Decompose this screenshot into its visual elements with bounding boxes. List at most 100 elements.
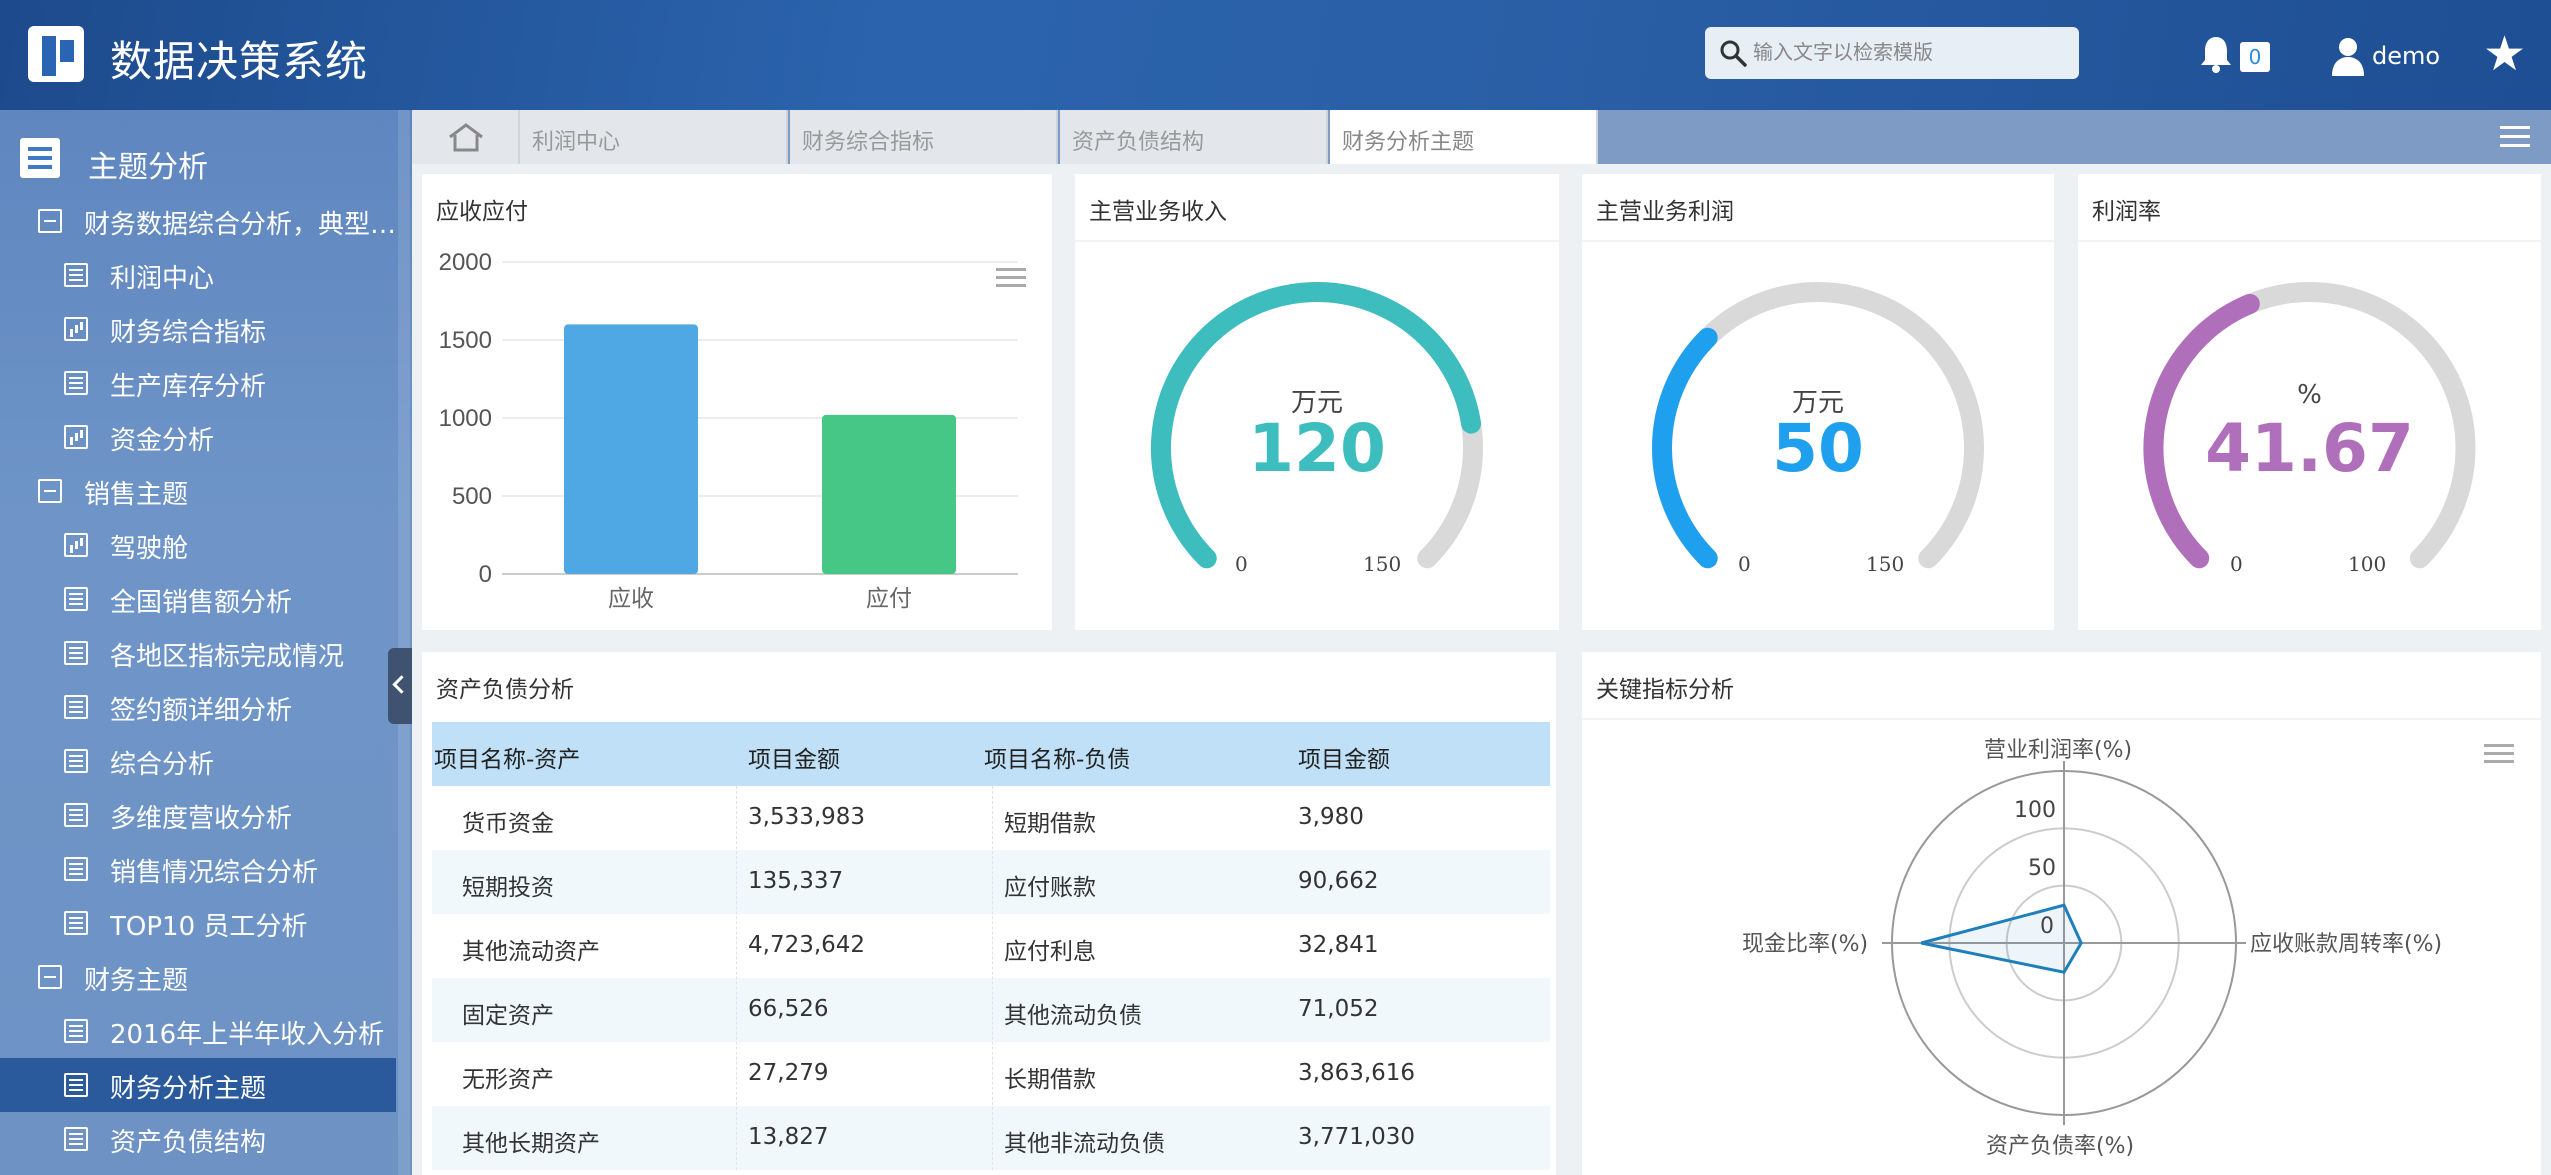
table-report-icon xyxy=(64,371,88,395)
search-icon[interactable] xyxy=(1719,39,1747,67)
x-tick-label: 应收 xyxy=(608,586,654,612)
sidebar-title: 主题分析 xyxy=(88,150,208,185)
sidebar-item[interactable]: 资产负债结构 xyxy=(0,1112,396,1166)
column-header[interactable]: 项目金额 xyxy=(1298,740,1390,774)
sidebar-item[interactable]: 资金分析 xyxy=(0,410,396,464)
table-row[interactable]: 货币资金 3,533,983 短期借款 3,980 xyxy=(432,786,1550,850)
sidebar-item[interactable]: 签约额详细分析 xyxy=(0,680,396,734)
radar-indicator-label: 资产负债率(%) xyxy=(1986,1134,2135,1159)
table-cell: 3,863,616 xyxy=(1298,1060,1416,1086)
report-list-icon xyxy=(20,138,60,178)
sidebar-item[interactable]: 财务综合指标 xyxy=(0,302,396,356)
star-icon[interactable]: ★ xyxy=(2483,30,2526,78)
balance-sheet-panel: 资产负债分析 项目名称-资产 项目金额 项目名称-负债 项目金额 货币资金 3,5… xyxy=(422,652,1556,1175)
bar-report-icon xyxy=(64,425,88,449)
radar-series[interactable] xyxy=(1920,903,2083,974)
bar[interactable] xyxy=(564,324,698,574)
sidebar-item-label: 资金分析 xyxy=(110,426,215,456)
sidebar-collapse-button[interactable] xyxy=(388,648,412,724)
table-cell: 无形资产 xyxy=(462,1067,554,1093)
sidebar-item[interactable]: 生产库存分析 xyxy=(0,356,396,410)
column-divider xyxy=(992,786,993,1170)
panel-title: 资产负债分析 xyxy=(436,677,574,703)
gauge-value: 50 xyxy=(1772,410,1864,487)
app-title: 数据决策系统 xyxy=(110,37,369,86)
sidebar-item[interactable]: 综合分析 xyxy=(0,734,396,788)
tab-label: 利润中心 xyxy=(532,130,621,155)
search-input[interactable] xyxy=(1753,35,2063,71)
sidebar-item-label: 签约额详细分析 xyxy=(110,696,293,726)
column-divider xyxy=(736,786,737,1170)
table-row[interactable]: 固定资产 66,526 其他流动负债 71,052 xyxy=(432,978,1550,1042)
home-icon xyxy=(449,123,483,152)
receivable-payable-panel: 应收 应付 2000 1500 1000 500 0 应收 应付 xyxy=(422,174,1052,630)
sidebar-item[interactable]: 驾驶舱 xyxy=(0,518,396,572)
tab-item[interactable]: 财务综合指标 xyxy=(790,110,1058,164)
tab-item[interactable]: 资产负债结构 xyxy=(1060,110,1328,164)
radar-chart xyxy=(1882,761,2246,1125)
table-cell: 固定资产 xyxy=(462,1003,554,1029)
y-tick-label: 1500 xyxy=(439,327,492,354)
bar-chart: 2000 1500 1000 500 0 应收 应付 xyxy=(439,249,1018,612)
table-row[interactable]: 其他流动资产 4,723,642 应付利息 32,841 xyxy=(432,914,1550,978)
table-cell: 27,279 xyxy=(748,1060,829,1086)
column-header[interactable]: 项目金额 xyxy=(748,740,840,774)
sidebar-item-label: 驾驶舱 xyxy=(110,534,189,564)
tab-item[interactable]: 财务分析主题 xyxy=(1330,110,1598,164)
sidebar-item[interactable]: 多维度营收分析 xyxy=(0,788,396,842)
sidebar-scrollbar[interactable] xyxy=(398,110,410,1175)
bell-icon[interactable] xyxy=(2198,34,2234,74)
gauge-min-label: 0 xyxy=(2230,552,2243,576)
sidebar-item-label: 销售主题 xyxy=(84,480,189,510)
minus-box-icon[interactable] xyxy=(38,479,62,503)
sidebar-item-label: 综合分析 xyxy=(110,750,215,780)
radar-tick-label: 100 xyxy=(2014,798,2056,823)
sidebar-item[interactable]: 利润中心 xyxy=(0,248,396,302)
sidebar-item[interactable]: 2016年上半年收入分析 xyxy=(0,1004,396,1058)
user-icon[interactable] xyxy=(2330,36,2366,76)
gauge-unit: % xyxy=(2297,380,2322,410)
sidebar-item[interactable]: TOP10 员工分析 xyxy=(0,896,396,950)
username[interactable]: demo xyxy=(2372,42,2440,70)
radar-indicator-label: 营业利润率(%) xyxy=(1984,738,2133,763)
sidebar-item[interactable]: 各地区指标完成情况 xyxy=(0,626,396,680)
gauge-value: 41.67 xyxy=(2205,410,2414,487)
column-header[interactable]: 项目名称-负债 xyxy=(984,740,1130,774)
sidebar-header[interactable]: 主题分析 xyxy=(0,128,412,188)
sidebar-item-label: 财务综合指标 xyxy=(110,318,267,348)
revenue-panel: 主营业务收入 万元 120 0 150 xyxy=(1075,174,1559,630)
table-cell: 4,723,642 xyxy=(748,932,866,958)
sidebar-item[interactable]: 财务分析主题 xyxy=(0,1058,396,1112)
sidebar-group[interactable]: 财务主题 xyxy=(0,950,396,1004)
table-report-icon xyxy=(64,749,88,773)
table-report-icon xyxy=(64,911,88,935)
gauge-min-label: 0 xyxy=(1738,552,1751,576)
table-cell: 32,841 xyxy=(1298,932,1379,958)
minus-box-icon[interactable] xyxy=(38,209,62,233)
search-box[interactable] xyxy=(1705,27,2079,79)
sidebar-item-label: 多维度营收分析 xyxy=(110,804,293,834)
table-cell: 135,337 xyxy=(748,868,844,894)
notification-badge[interactable]: 0 xyxy=(2240,42,2270,72)
radar-indicator-label: 现金比率(%) xyxy=(1742,932,1869,957)
table-row[interactable]: 其他长期资产 13,827 其他非流动负债 3,771,030 xyxy=(432,1106,1550,1170)
tab-item[interactable]: 利润中心 xyxy=(520,110,788,164)
tab-label: 资产负债结构 xyxy=(1072,130,1205,155)
sidebar-item[interactable]: 全国销售额分析 xyxy=(0,572,396,626)
y-tick-label: 2000 xyxy=(439,249,492,276)
minus-box-icon[interactable] xyxy=(38,965,62,989)
table-cell: 3,771,030 xyxy=(1298,1124,1416,1150)
app-logo[interactable] xyxy=(28,26,84,82)
table-row[interactable]: 短期投资 135,337 应付账款 90,662 xyxy=(432,850,1550,914)
sidebar-item-label: 各地区指标完成情况 xyxy=(110,642,345,672)
table-header: 项目名称-资产 项目金额 项目名称-负债 项目金额 xyxy=(432,722,1550,786)
sidebar-item[interactable]: 销售情况综合分析 xyxy=(0,842,396,896)
table-row[interactable]: 无形资产 27,279 长期借款 3,863,616 xyxy=(432,1042,1550,1106)
column-header[interactable]: 项目名称-资产 xyxy=(434,740,580,774)
sidebar-group[interactable]: 销售主题 xyxy=(0,464,396,518)
bar[interactable] xyxy=(822,414,956,574)
menu-icon[interactable] xyxy=(2500,126,2530,148)
sidebar-group[interactable]: 财务数据综合分析，典型钻... xyxy=(0,194,404,248)
table-cell: 3,533,983 xyxy=(748,804,866,830)
tab-home[interactable] xyxy=(412,110,520,164)
